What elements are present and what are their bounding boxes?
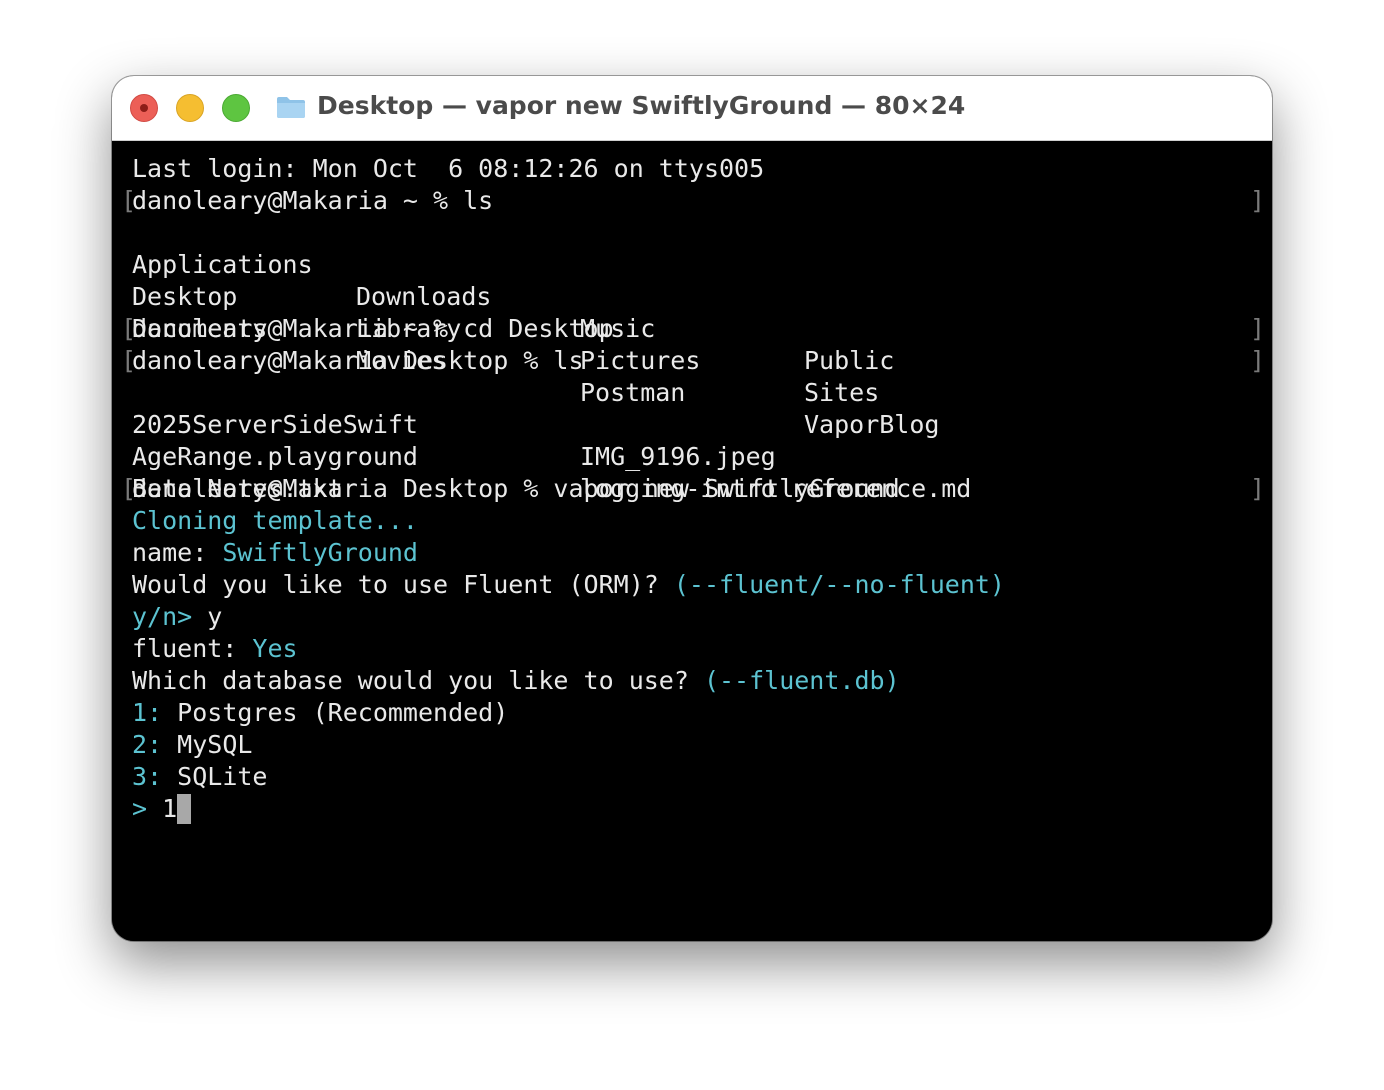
db-question-line: Which database would you like to use? (-… bbox=[132, 665, 900, 697]
name-value: SwiftlyGround bbox=[222, 538, 418, 567]
fluent-label: fluent: bbox=[132, 634, 253, 663]
name-label: name: bbox=[132, 538, 223, 567]
mark-bracket-close: ] bbox=[1250, 474, 1266, 503]
input-line[interactable]: > 1 bbox=[132, 793, 192, 825]
ls-row: Beta Notes.txt bbox=[132, 441, 1232, 503]
db-option-number: 2: bbox=[132, 730, 163, 759]
ls-row: Desktop Library Pictures Sites bbox=[132, 249, 1232, 407]
fluent-flag: (--fluent/--no-fluent) bbox=[673, 570, 1005, 599]
ls-row: Documents Movies Postman VaporBlog bbox=[132, 281, 1232, 439]
mark-bracket-close: ] bbox=[1250, 314, 1266, 343]
db-flag: (--fluent.db) bbox=[703, 666, 900, 695]
name-line: name: SwiftlyGround bbox=[132, 537, 418, 569]
db-option: 3: SQLite bbox=[132, 761, 267, 793]
close-button[interactable] bbox=[130, 94, 158, 122]
mark-bracket-close: ] bbox=[1250, 346, 1266, 375]
window-title: Desktop — vapor new SwiftlyGround — 80×2… bbox=[317, 91, 966, 120]
folder-icon bbox=[277, 97, 305, 118]
input-prompt: > bbox=[132, 794, 148, 823]
input-value: 1 bbox=[147, 794, 178, 823]
last-login-line: Last login: Mon Oct 6 08:12:26 on ttys00… bbox=[132, 154, 765, 183]
fluent-question-line: Would you like to use Fluent (ORM)? (--f… bbox=[132, 569, 1005, 601]
mark-bracket-close: ] bbox=[1250, 186, 1266, 215]
db-option-label: Postgres (Recommended) bbox=[162, 698, 509, 727]
terminal-window: Desktop — vapor new SwiftlyGround — 80×2… bbox=[112, 76, 1272, 941]
command-line: danoleary@Makaria ~ % ls bbox=[132, 186, 494, 215]
fluent-result-line: fluent: Yes bbox=[132, 633, 298, 665]
ls-row: Applications Downloads Music Public bbox=[132, 217, 1232, 375]
yn-prompt: y/n> bbox=[132, 602, 193, 631]
command-line: danoleary@Makaria Desktop % ls bbox=[132, 346, 584, 375]
ls-entry: Pictures bbox=[580, 346, 701, 375]
db-option-number: 1: bbox=[132, 698, 163, 727]
yn-prompt-line: y/n> y bbox=[132, 601, 222, 633]
fluent-value: Yes bbox=[252, 634, 298, 663]
db-option-number: 3: bbox=[132, 762, 163, 791]
ls-row: 2025ServerSideSwift IMG_9196.jpeg bbox=[132, 377, 1232, 471]
cloning-status: Cloning template... bbox=[132, 506, 418, 535]
command-line: danoleary@Makaria Desktop % vapor new Sw… bbox=[132, 474, 900, 503]
ls-entry: Public bbox=[804, 346, 895, 375]
ls-row: AgeRange.playground logging-intro refere… bbox=[132, 409, 1232, 503]
title-bar[interactable]: Desktop — vapor new SwiftlyGround — 80×2… bbox=[112, 76, 1272, 141]
text-cursor bbox=[177, 794, 192, 824]
db-option-label: SQLite bbox=[162, 762, 268, 791]
command-line: danoleary@Makaria ~ % cd Desktop bbox=[132, 314, 614, 343]
db-option: 1: Postgres (Recommended) bbox=[132, 697, 508, 729]
terminal-content[interactable]: Last login: Mon Oct 6 08:12:26 on ttys00… bbox=[112, 141, 1272, 941]
db-option-label: MySQL bbox=[162, 730, 253, 759]
fluent-question: Would you like to use Fluent (ORM)? bbox=[132, 570, 674, 599]
yn-answer: y bbox=[192, 602, 223, 631]
db-question: Which database would you like to use? bbox=[132, 666, 704, 695]
db-option: 2: MySQL bbox=[132, 729, 252, 761]
minimize-button[interactable] bbox=[176, 94, 204, 122]
maximize-button[interactable] bbox=[222, 94, 250, 122]
